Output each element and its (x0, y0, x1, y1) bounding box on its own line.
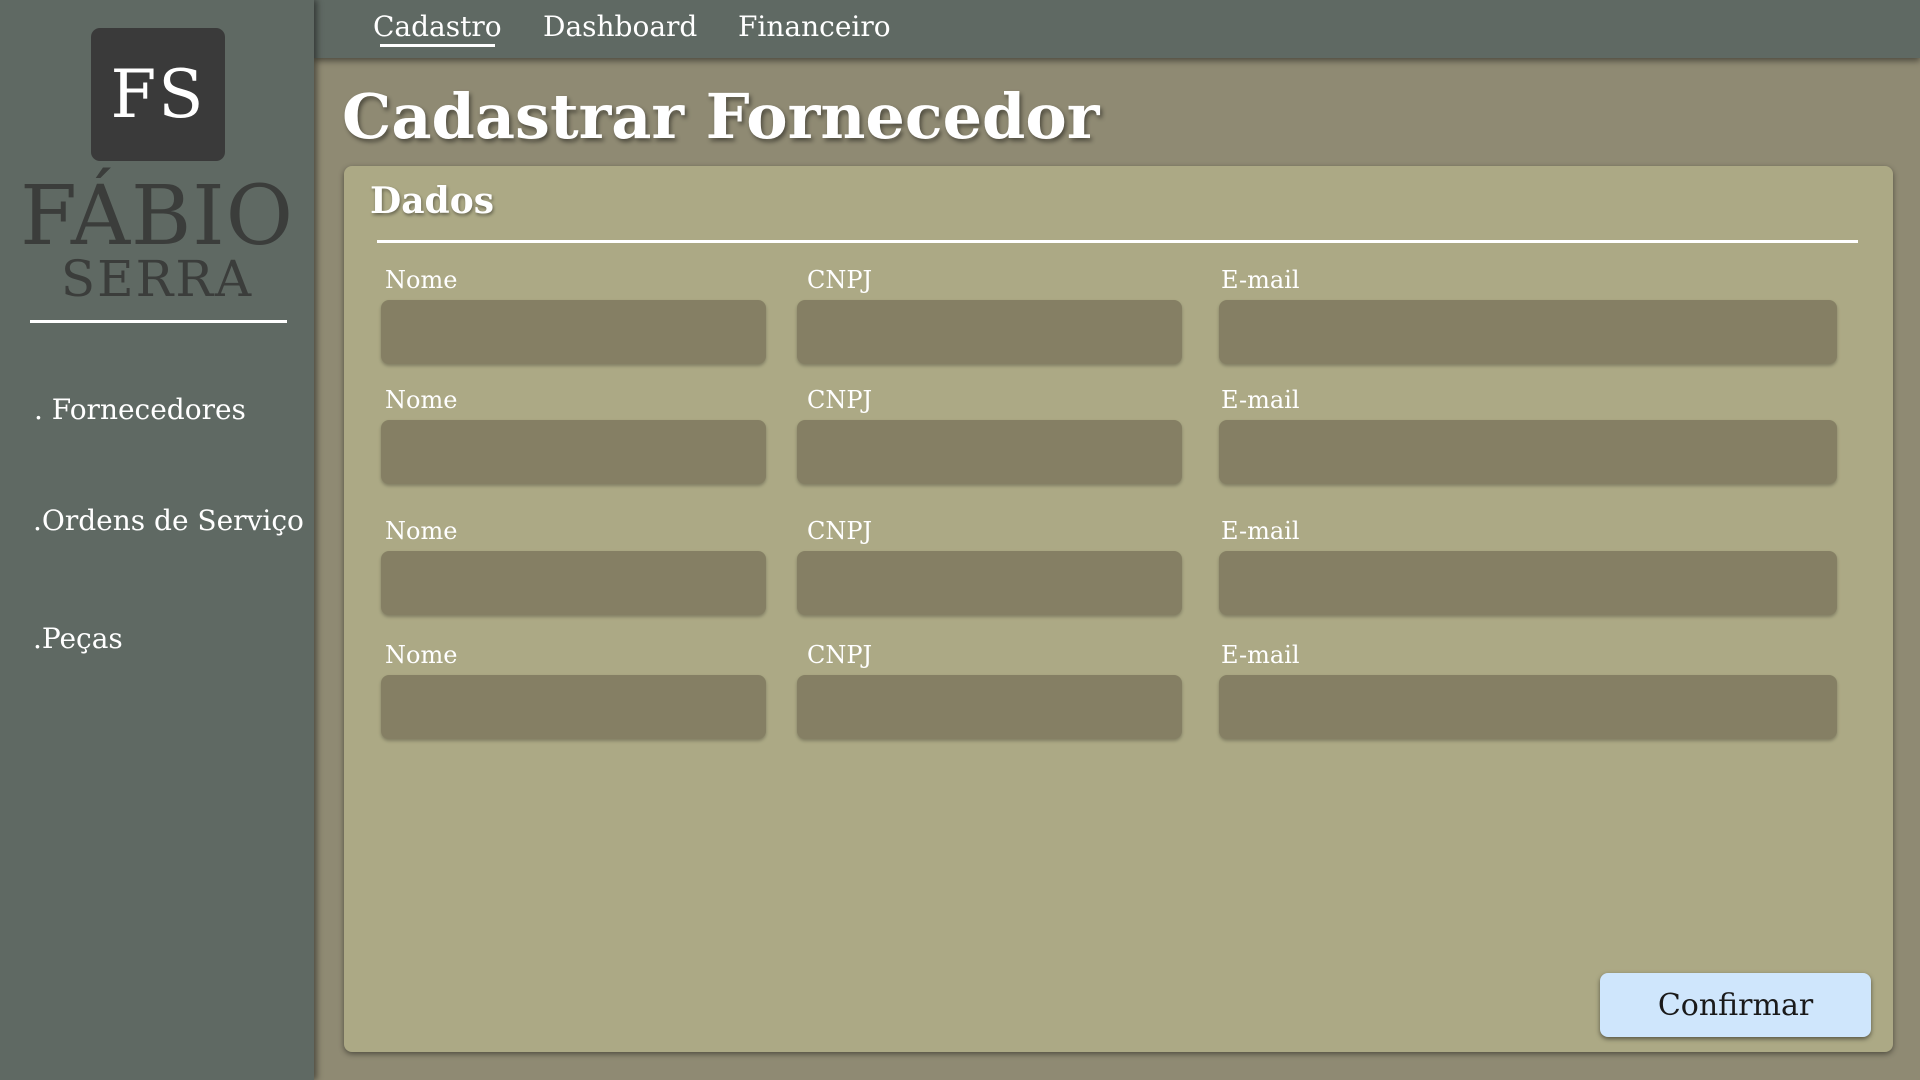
form-card: Dados Nome CNPJ E-mail Nome CNPJ E-mail … (344, 166, 1893, 1052)
cnpj-label: CNPJ (807, 386, 873, 414)
tab-cadastro[interactable]: Cadastro (373, 10, 502, 47)
nome-input[interactable] (381, 551, 766, 615)
logo-badge: FS (91, 28, 225, 161)
logo-initials: FS (110, 56, 206, 133)
nome-label: Nome (385, 386, 458, 414)
nome-label: Nome (385, 517, 458, 545)
nome-label: Nome (385, 266, 458, 294)
email-label: E-mail (1221, 266, 1300, 294)
email-input[interactable] (1219, 420, 1837, 484)
nome-input[interactable] (381, 300, 766, 364)
section-title: Dados (370, 180, 494, 222)
email-input[interactable] (1219, 551, 1837, 615)
cnpj-input[interactable] (797, 675, 1182, 739)
cnpj-label: CNPJ (807, 641, 873, 669)
tab-financeiro[interactable]: Financeiro (738, 10, 891, 43)
brand-divider (30, 320, 287, 323)
confirm-button[interactable]: Confirmar (1600, 973, 1871, 1037)
brand-surname: SERRA (60, 250, 254, 308)
sidebar-item-pecas[interactable]: .Peças (33, 622, 123, 655)
form-row: Nome CNPJ E-mail (344, 517, 1893, 617)
section-divider (377, 240, 1858, 243)
sidebar: FS FÁBIO SERRA . Fornecedores .Ordens de… (0, 0, 314, 1080)
email-label: E-mail (1221, 517, 1300, 545)
form-row: Nome CNPJ E-mail (344, 386, 1893, 486)
cnpj-label: CNPJ (807, 517, 873, 545)
email-label: E-mail (1221, 386, 1300, 414)
cnpj-input[interactable] (797, 420, 1182, 484)
nome-label: Nome (385, 641, 458, 669)
nome-input[interactable] (381, 675, 766, 739)
form-row: Nome CNPJ E-mail (344, 266, 1893, 366)
email-input[interactable] (1219, 300, 1837, 364)
email-input[interactable] (1219, 675, 1837, 739)
top-nav-bar: Cadastro Dashboard Financeiro (314, 0, 1920, 58)
sidebar-item-fornecedores[interactable]: . Fornecedores (34, 393, 246, 426)
email-label: E-mail (1221, 641, 1300, 669)
cnpj-input[interactable] (797, 551, 1182, 615)
brand-name: FÁBIO (20, 169, 294, 264)
cnpj-label: CNPJ (807, 266, 873, 294)
form-row: Nome CNPJ E-mail (344, 641, 1893, 741)
nome-input[interactable] (381, 420, 766, 484)
tab-dashboard[interactable]: Dashboard (543, 10, 697, 43)
cnpj-input[interactable] (797, 300, 1182, 364)
page-title: Cadastrar Fornecedor (342, 80, 1100, 153)
sidebar-item-ordens-de-servico[interactable]: .Ordens de Serviço (33, 504, 304, 537)
